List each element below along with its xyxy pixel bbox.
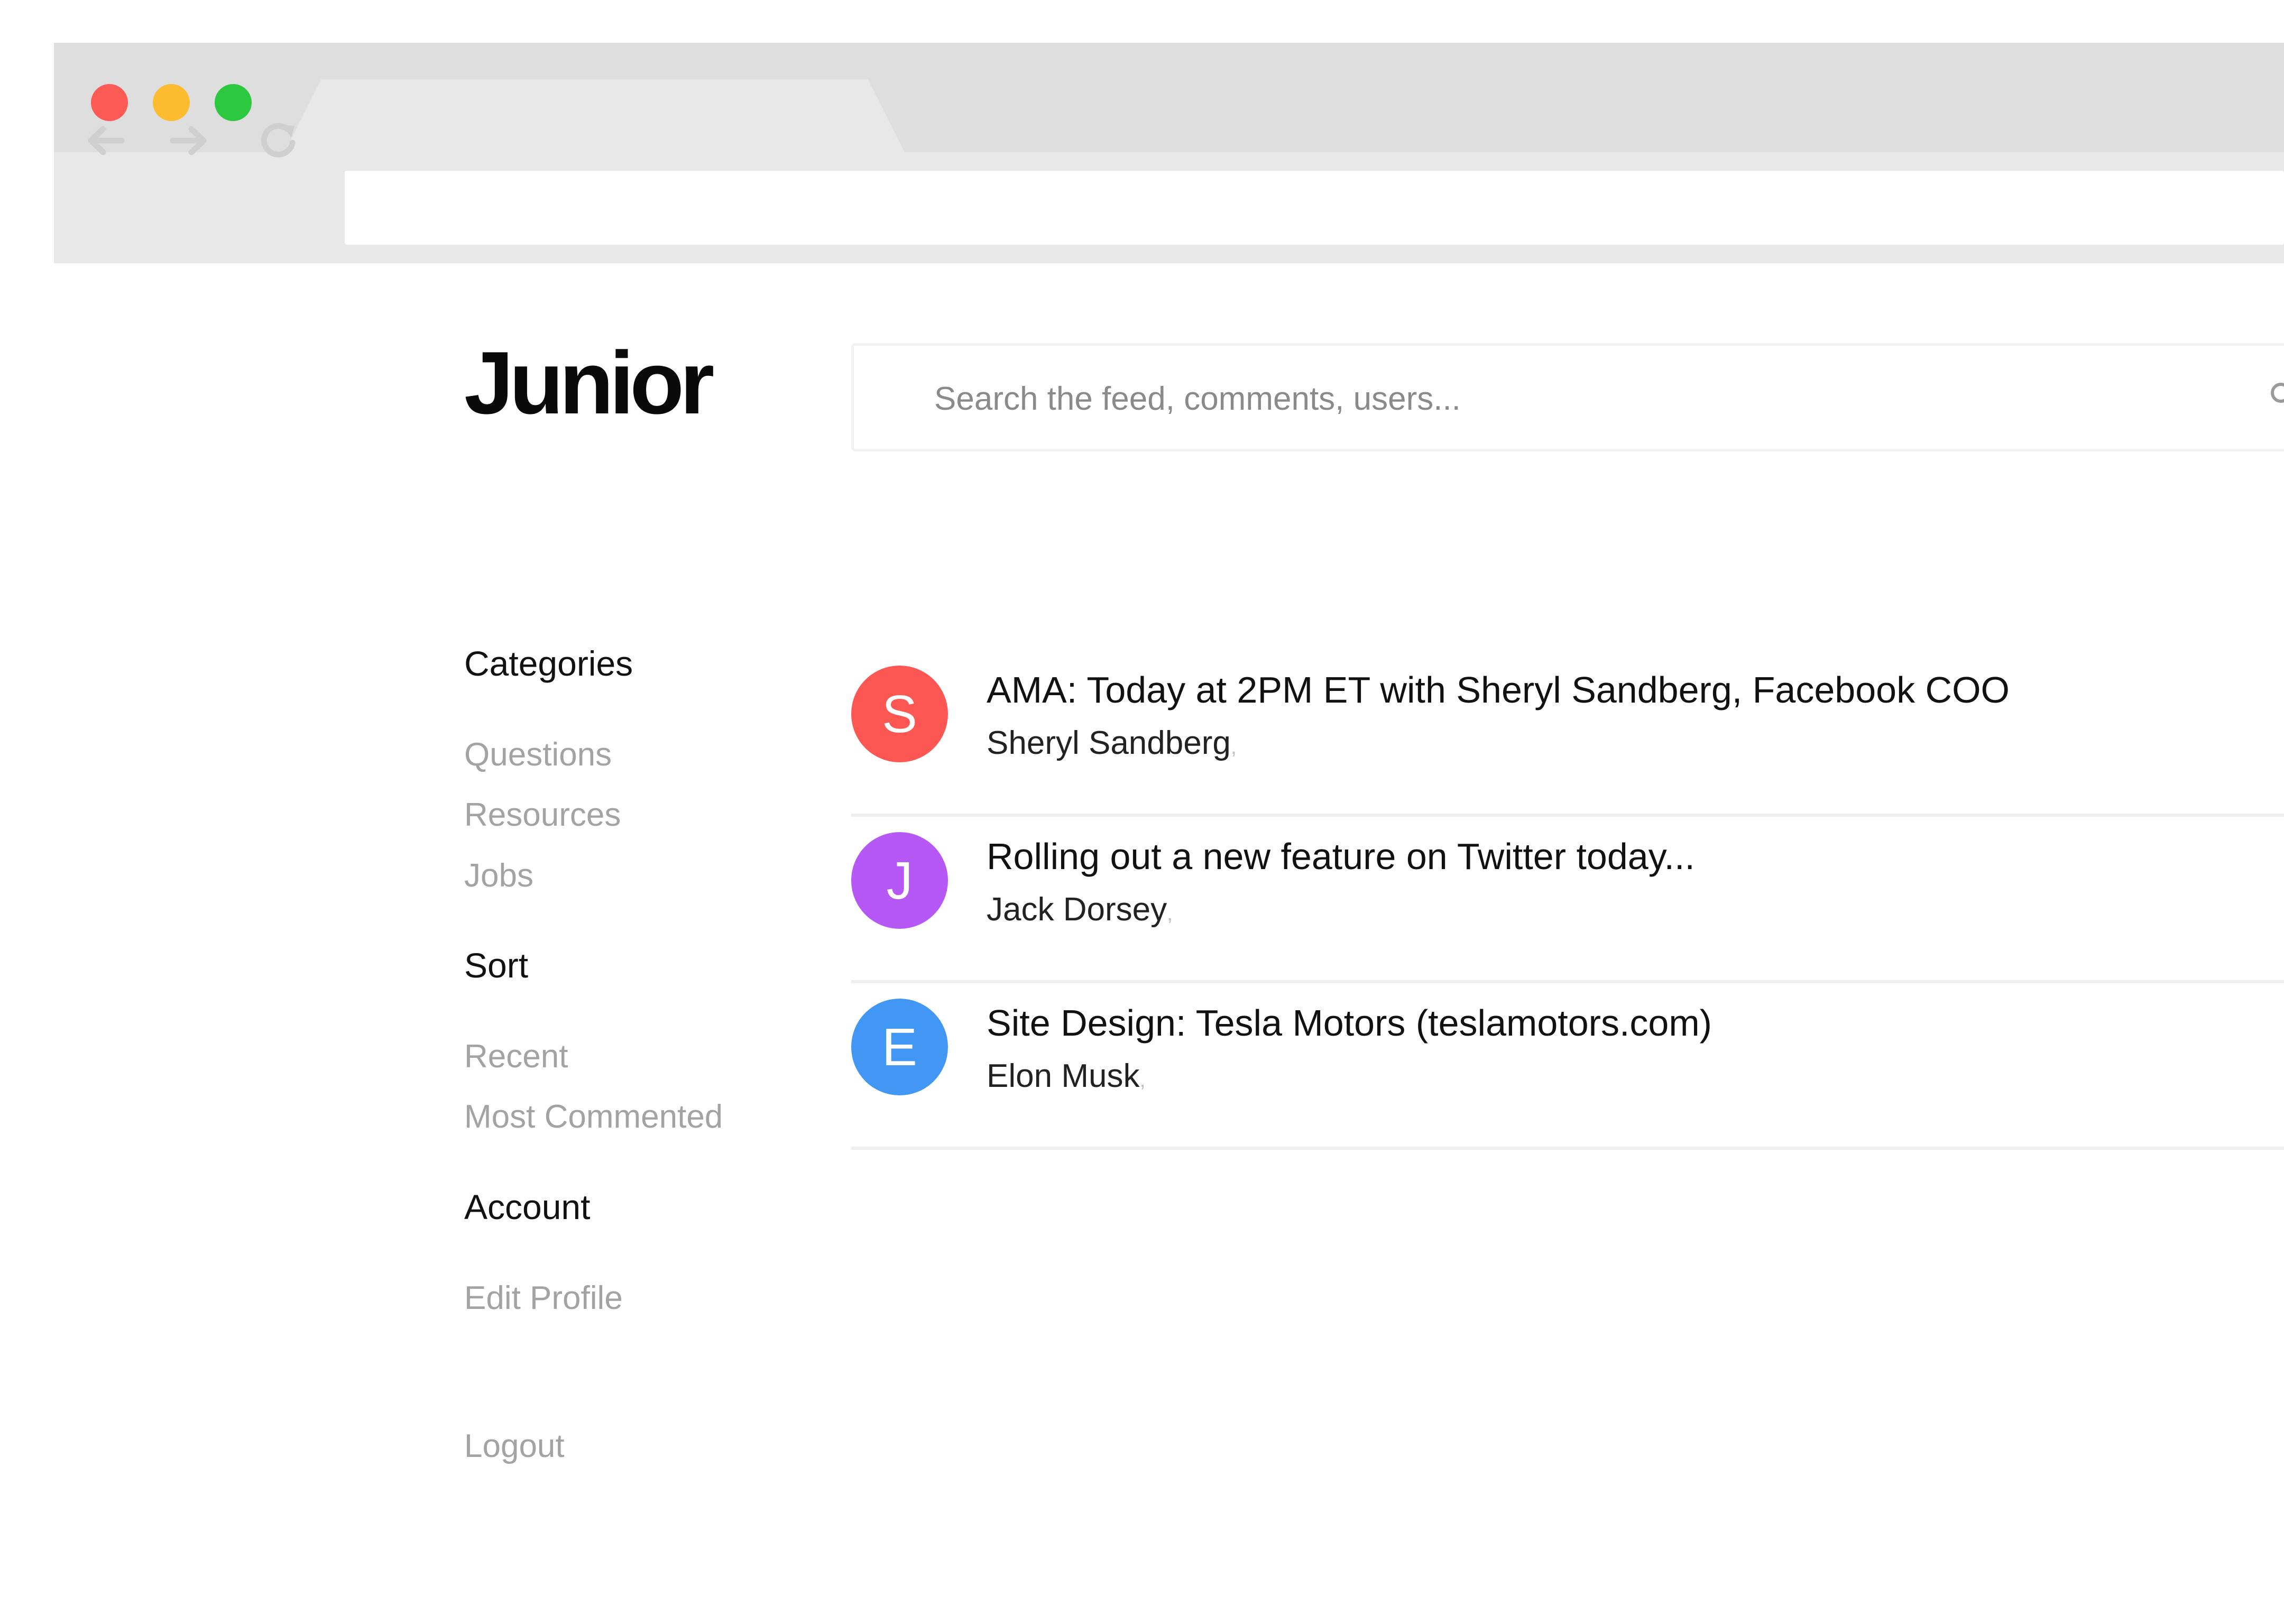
maximize-window-button[interactable] bbox=[215, 84, 252, 121]
feed-item-author: Elon Musk, bbox=[987, 1060, 1146, 1093]
author-separator: , bbox=[1139, 1068, 1146, 1092]
feed-item[interactable]: E Site Design: Tesla Motors (teslamotors… bbox=[851, 983, 2284, 1150]
feed-item[interactable]: S AMA: Today at 2PM ET with Sheryl Sandb… bbox=[851, 650, 2284, 817]
avatar[interactable]: S bbox=[851, 666, 948, 762]
feed-item-title[interactable]: AMA: Today at 2PM ET with Sheryl Sandber… bbox=[987, 671, 2010, 708]
address-bar[interactable] bbox=[345, 171, 2284, 245]
author-name[interactable]: Sheryl Sandberg bbox=[987, 725, 1231, 761]
search-input[interactable] bbox=[934, 372, 2150, 425]
feed-item-author: Jack Dorsey, bbox=[987, 893, 1173, 926]
author-separator: , bbox=[1167, 902, 1173, 925]
sidebar-item-resources[interactable]: Resources bbox=[464, 799, 621, 832]
search-icon[interactable] bbox=[2268, 380, 2284, 412]
feed-item[interactable]: J Rolling out a new feature on Twitter t… bbox=[851, 817, 2284, 983]
avatar[interactable]: E bbox=[851, 999, 948, 1095]
browser-tab[interactable] bbox=[284, 79, 905, 153]
forward-arrow-icon[interactable] bbox=[162, 114, 215, 167]
feed-item-title[interactable]: Rolling out a new feature on Twitter tod… bbox=[987, 838, 1695, 875]
feed-list: S AMA: Today at 2PM ET with Sheryl Sandb… bbox=[851, 650, 2284, 1150]
feed-item-author: Sheryl Sandberg, bbox=[987, 727, 1237, 760]
search-box bbox=[851, 343, 2284, 451]
title-bar bbox=[54, 43, 2284, 153]
sort-recent[interactable]: Recent bbox=[464, 1040, 568, 1073]
account-heading: Account bbox=[464, 1187, 591, 1226]
reload-icon[interactable] bbox=[252, 114, 305, 167]
sort-heading: Sort bbox=[464, 946, 529, 985]
author-name[interactable]: Elon Musk bbox=[987, 1058, 1139, 1094]
edit-profile-link[interactable]: Edit Profile bbox=[464, 1282, 623, 1315]
sidebar-item-jobs[interactable]: Jobs bbox=[464, 860, 533, 892]
categories-heading: Categories bbox=[464, 644, 633, 683]
back-arrow-icon[interactable] bbox=[79, 114, 132, 167]
author-separator: , bbox=[1230, 735, 1237, 759]
sidebar-item-questions[interactable]: Questions bbox=[464, 739, 612, 771]
logout-link[interactable]: Logout bbox=[464, 1430, 565, 1463]
sort-most-commented[interactable]: Most Commented bbox=[464, 1101, 723, 1133]
junior-logo[interactable]: Junior bbox=[464, 338, 714, 427]
author-name[interactable]: Jack Dorsey bbox=[987, 891, 1167, 928]
avatar[interactable]: J bbox=[851, 832, 948, 929]
feed-item-title[interactable]: Site Design: Tesla Motors (teslamotors.c… bbox=[987, 1004, 1712, 1041]
